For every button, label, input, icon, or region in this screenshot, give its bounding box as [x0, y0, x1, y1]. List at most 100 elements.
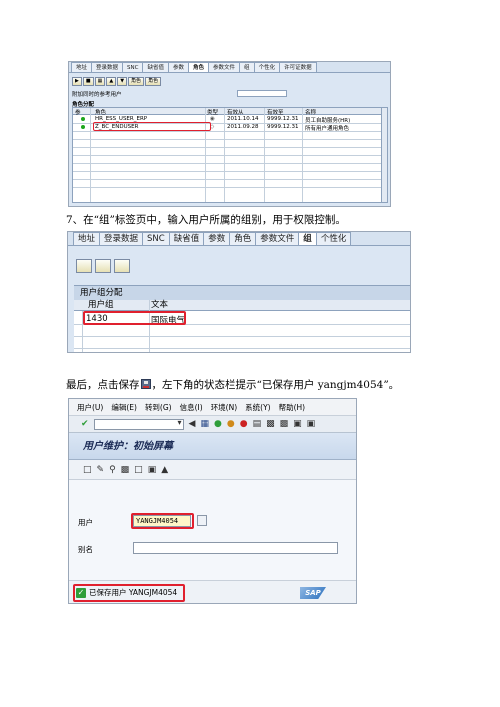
menu-info[interactable]: 信息(I): [180, 402, 203, 413]
menu-environment[interactable]: 环境(N): [211, 402, 237, 413]
col-valid-from: 有效从: [227, 110, 244, 116]
tab-groups[interactable]: 组: [298, 232, 317, 245]
sort-icon[interactable]: ▲: [106, 77, 117, 86]
reference-user-input[interactable]: [237, 90, 287, 97]
tab-profiles[interactable]: 参数文件: [208, 62, 241, 72]
menu-bar: 用户(U) 编辑(E) 转到(G) 信息(I) 环境(N) 系统(Y) 帮助(H…: [69, 399, 356, 416]
alias-label: 别名: [78, 545, 93, 554]
highlight-box: [93, 122, 211, 131]
tab-profiles[interactable]: 参数文件: [255, 232, 300, 245]
table-row-2-to: 9999.12.31: [267, 124, 299, 130]
role-button-1[interactable]: 角色: [128, 77, 145, 86]
table-row-2-name: 所有用户通用角色: [305, 126, 350, 132]
step-7-caption: 7、在“组”标签页中，输入用户所属的组别，用于权限控制。: [66, 214, 346, 226]
role-table-header: 参 角色 类型 有效从 有效至 名称: [73, 108, 387, 116]
status-green-icon: [81, 117, 85, 121]
col-ref: 参: [75, 110, 81, 116]
select-all-icon[interactable]: ▦: [94, 77, 106, 86]
details-icon[interactable]: [114, 259, 130, 273]
status-bar: ✓ 已保存用户 YANGJM4054 SAP: [69, 580, 356, 603]
insert-row-icon[interactable]: ▶: [72, 77, 82, 86]
col-name: 名称: [305, 110, 317, 116]
command-field[interactable]: [93, 418, 184, 430]
filter-icon[interactable]: ▼: [117, 77, 128, 86]
delete-icon[interactable]: ▩: [121, 465, 130, 475]
highlight-box: [131, 513, 194, 529]
tab-address[interactable]: 地址: [71, 62, 93, 72]
col-text: 文本: [151, 300, 169, 310]
system-toolbar: ✔ ◀ ▦ ● ● ● ▤ ▩ ▩ ▣ ▣: [69, 416, 356, 433]
change-icon[interactable]: ✎: [97, 465, 105, 475]
tab-snc[interactable]: SNC: [142, 232, 170, 245]
tab-strip: 地址 登录数据 SNC 缺省值 参数 角色 参数文件 组 个性化 许可证数据: [69, 62, 390, 73]
col-valid-to: 有效至: [267, 110, 284, 116]
vertical-scrollbar[interactable]: [381, 108, 387, 202]
col-role: 角色: [95, 110, 107, 116]
delete-row-icon[interactable]: [95, 259, 111, 273]
tab-parameters[interactable]: 参数: [203, 232, 231, 245]
tab-snc[interactable]: SNC: [122, 62, 144, 72]
table-row-1-from: 2011.10.14: [227, 116, 259, 122]
highlight-box: [73, 584, 185, 602]
save-caption: 最后，点击保存 ，左下角的状态栏提示“已保存用户 yangjm4054”。: [66, 377, 399, 392]
menu-goto[interactable]: 转到(G): [145, 402, 172, 413]
role-toolbar: ▶ ■ ▦ ▲ ▼ 角色 角色: [72, 76, 162, 87]
tab-defaults[interactable]: 缺省值: [142, 62, 169, 72]
save-icon[interactable]: ▦: [200, 419, 209, 429]
menu-edit[interactable]: 编辑(E): [111, 402, 137, 413]
tab-logon-data[interactable]: 登录数据: [91, 62, 124, 72]
tab-roles[interactable]: 角色: [188, 62, 210, 72]
save-caption-start: 最后，点击保存: [66, 379, 140, 391]
reference-user-label: 附加同时的参考用户: [72, 92, 122, 98]
lock-icon[interactable]: ▣: [148, 465, 157, 475]
password-icon[interactable]: ▲: [161, 465, 168, 475]
back-arrow-icon[interactable]: ◀: [189, 419, 196, 429]
application-toolbar: □ ✎ ⚲ ▩ □ ▣ ▲: [69, 460, 356, 480]
first-page-icon[interactable]: ▣: [293, 419, 302, 429]
delete-row-icon[interactable]: ■: [82, 77, 94, 86]
find-next-icon[interactable]: ▩: [280, 419, 289, 429]
next-page-icon[interactable]: ▣: [307, 419, 316, 429]
tab-parameters[interactable]: 参数: [168, 62, 190, 72]
save-caption-end: ，左下角的状态栏提示“已保存用户 yangjm4054”。: [151, 379, 400, 391]
tab-address[interactable]: 地址: [73, 232, 101, 245]
print-icon[interactable]: ▤: [253, 419, 262, 429]
alias-input[interactable]: [133, 542, 338, 554]
tab-personalization[interactable]: 个性化: [315, 232, 352, 245]
role-button-2[interactable]: 角色: [145, 77, 162, 86]
role-table: 参 角色 类型 有效从 有效至 名称 HR_ESS_USER_ERP ◉ 201…: [72, 107, 388, 203]
user-maintenance-screenshot: 用户(U) 编辑(E) 转到(G) 信息(I) 环境(N) 系统(Y) 帮助(H…: [68, 398, 357, 604]
tab-roles[interactable]: 角色: [229, 232, 257, 245]
initial-screen-body: 用户 YANGJM4054 别名: [69, 480, 356, 580]
display-icon[interactable]: ⚲: [109, 465, 116, 475]
tab-strip: 地址 登录数据 SNC 缺省值 参数 角色 参数文件 组 个性化: [68, 232, 410, 246]
role-assignment-screenshot: 地址 登录数据 SNC 缺省值 参数 角色 参数文件 组 个性化 许可证数据 ▶…: [68, 61, 391, 207]
sap-logo: SAP: [300, 587, 326, 599]
menu-help[interactable]: 帮助(H): [279, 402, 306, 413]
back-icon[interactable]: ●: [214, 419, 222, 429]
tab-defaults[interactable]: 缺省值: [168, 232, 205, 245]
tab-logon-data[interactable]: 登录数据: [99, 232, 144, 245]
table-row-2-from: 2011.09.28: [227, 124, 259, 130]
exit-icon[interactable]: ●: [227, 419, 235, 429]
enter-icon[interactable]: ✔: [81, 419, 89, 429]
create-icon[interactable]: □: [83, 465, 92, 475]
find-icon[interactable]: ▩: [266, 419, 275, 429]
group-table-header: 用户组 文本: [74, 300, 410, 311]
table-row-1-to: 9999.12.31: [267, 116, 299, 122]
page-title: 用户维护：初始屏幕: [69, 433, 356, 460]
col-user-group: 用户组: [88, 300, 114, 310]
copy-icon[interactable]: □: [134, 465, 143, 475]
save-icon: [140, 379, 151, 389]
group-assignment-screenshot: 地址 登录数据 SNC 缺省值 参数 角色 参数文件 组 个性化 用户组分配 用…: [67, 231, 411, 353]
tab-license-data[interactable]: 许可证数据: [279, 62, 317, 72]
menu-user[interactable]: 用户(U): [77, 402, 103, 413]
cancel-icon[interactable]: ●: [240, 419, 248, 429]
value-help-icon[interactable]: [197, 515, 207, 526]
col-type: 类型: [207, 110, 219, 116]
tab-groups[interactable]: 组: [239, 62, 255, 72]
menu-system[interactable]: 系统(Y): [245, 402, 270, 413]
insert-row-icon[interactable]: [76, 259, 92, 273]
group-assignment-panel: 用户组分配 用户组 文本 1430 国际电气: [74, 285, 410, 352]
tab-personalization[interactable]: 个性化: [253, 62, 281, 72]
